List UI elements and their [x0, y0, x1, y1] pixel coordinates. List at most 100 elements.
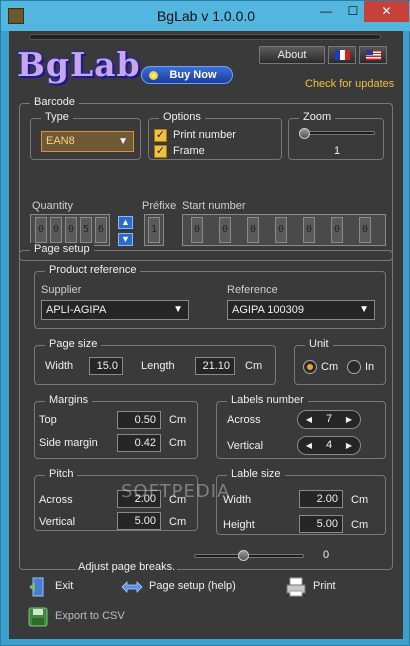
- main-panel: BgLab About Buy Now Check for updates Ba…: [9, 31, 403, 639]
- start-digit: 0: [219, 217, 231, 243]
- lable-width-unit: Cm: [351, 494, 369, 506]
- start-digit: 0: [331, 217, 343, 243]
- frame-label: Frame: [173, 145, 205, 157]
- quantity-counter[interactable]: 0 0 0 5 6: [30, 214, 110, 246]
- page-length-input[interactable]: 21.10: [195, 357, 235, 375]
- side-margin-unit: Cm: [169, 437, 187, 449]
- prefix-label: Préfixe: [142, 200, 177, 212]
- close-button[interactable]: ✕: [364, 1, 409, 22]
- buy-now-button[interactable]: Buy Now: [141, 66, 233, 84]
- adjust-page-breaks-slider-track[interactable]: [194, 554, 304, 558]
- about-button[interactable]: About: [259, 46, 325, 64]
- vertical-value: 4: [325, 439, 333, 451]
- prefix-digit: 1: [148, 217, 160, 243]
- export-csv-button[interactable]: Export to CSV: [27, 606, 137, 628]
- side-margin-label: Side margin: [39, 437, 98, 449]
- lable-size-group: Lable size Width 2.00 Cm Height 5.00 Cm: [216, 468, 386, 535]
- top-strip: [29, 34, 381, 40]
- increment-arrow-icon[interactable]: ▶: [342, 411, 356, 428]
- page-setup-group: Page setup Product reference Supplier AP…: [19, 243, 393, 573]
- zoom-group: Zoom 1: [288, 111, 384, 160]
- prefix-counter[interactable]: 1: [144, 214, 164, 246]
- frame-checkbox[interactable]: ✓: [154, 145, 167, 158]
- adjust-page-breaks-slider-thumb[interactable]: [238, 550, 249, 561]
- barcode-legend: Barcode: [30, 96, 79, 108]
- chevron-down-icon: ▼: [173, 304, 183, 315]
- type-group: Type EAN8 ▼: [30, 111, 141, 160]
- start-digit: 0: [275, 217, 287, 243]
- adjust-page-breaks-value: 0: [323, 549, 330, 561]
- page-width-input[interactable]: 15.0: [89, 357, 123, 375]
- french-flag-icon: [335, 50, 350, 60]
- export-csv-label: Export to CSV: [55, 610, 125, 622]
- start-number-label: Start number: [182, 200, 246, 212]
- minimize-button[interactable]: —: [313, 1, 339, 22]
- reference-select-value: AGIPA 100309: [232, 304, 304, 316]
- exit-door-icon: [29, 577, 44, 597]
- floppy-disk-icon: [28, 607, 48, 627]
- zoom-slider-track[interactable]: [301, 131, 375, 135]
- reference-select[interactable]: AGIPA 100309 ▼: [227, 300, 375, 320]
- margins-group: Margins Top 0.50 Cm Side margin 0.42 Cm: [34, 394, 198, 459]
- reference-label: Reference: [227, 284, 278, 296]
- zoom-slider-thumb[interactable]: [299, 128, 310, 139]
- unit-in-label: In: [365, 361, 375, 373]
- vertical-stepper[interactable]: ◀ 4 ▶: [297, 436, 361, 455]
- french-flag-button[interactable]: [328, 46, 356, 64]
- margins-legend: Margins: [45, 394, 93, 406]
- barcode-group: Barcode Type EAN8 ▼ Options ✓ Print numb…: [19, 96, 393, 261]
- unit-in-radio[interactable]: [347, 360, 361, 374]
- adjust-page-breaks-label: Adjust page breaks.: [76, 561, 178, 573]
- across-stepper[interactable]: ◀ 7 ▶: [297, 410, 361, 429]
- length-label: Length: [141, 360, 175, 372]
- supplier-select[interactable]: APLI-AGIPA ▼: [41, 300, 189, 320]
- start-digit: 0: [247, 217, 259, 243]
- unit-cm-radio[interactable]: [303, 360, 317, 374]
- exit-label: Exit: [55, 580, 74, 592]
- width-label: Width: [45, 360, 74, 372]
- pitch-vertical-label: Vertical: [39, 516, 76, 528]
- top-margin-unit: Cm: [169, 414, 187, 426]
- title-bar[interactable]: BgLab v 1.0.0.0 — ☐ ✕: [1, 1, 410, 31]
- app-logo: BgLab: [17, 45, 141, 84]
- softpedia-watermark: SOFTPEDIA: [121, 481, 231, 502]
- page-setup-legend: Page setup: [30, 243, 94, 255]
- lable-height-label: Height: [223, 519, 255, 531]
- type-select[interactable]: EAN8 ▼: [41, 131, 134, 152]
- unit-group: Unit Cm In: [294, 338, 386, 385]
- quantity-up-arrow-icon[interactable]: ▲: [118, 216, 133, 229]
- app-window: BgLab v 1.0.0.0 — ☐ ✕ BgLab About Buy No…: [0, 0, 410, 646]
- options-legend: Options: [159, 111, 205, 123]
- quantity-digit: 0: [65, 217, 77, 243]
- quantity-down-arrow-icon[interactable]: ▼: [118, 233, 133, 246]
- supplier-select-value: APLI-AGIPA: [46, 304, 107, 316]
- page-setup-help-button[interactable]: Page setup (help): [121, 576, 251, 598]
- top-margin-input[interactable]: 0.50: [117, 411, 161, 429]
- print-number-checkbox[interactable]: ✓: [154, 129, 167, 142]
- quantity-label: Quantity: [32, 200, 73, 212]
- us-flag-button[interactable]: [359, 46, 387, 64]
- printer-icon: [286, 577, 306, 597]
- quantity-digit: 0: [50, 217, 62, 243]
- page-setup-help-label: Page setup (help): [149, 580, 236, 592]
- decrement-arrow-icon[interactable]: ◀: [302, 437, 316, 454]
- coin-icon: [149, 71, 158, 80]
- pitch-vertical-input[interactable]: 5.00: [117, 512, 161, 530]
- lable-height-input[interactable]: 5.00: [299, 515, 343, 533]
- quantity-digit: 6: [95, 217, 107, 243]
- product-reference-group: Product reference Supplier APLI-AGIPA ▼ …: [34, 264, 386, 329]
- lable-width-input[interactable]: 2.00: [299, 490, 343, 508]
- us-flag-icon: [366, 50, 381, 60]
- check-updates-link[interactable]: Check for updates: [305, 78, 394, 90]
- start-number-counter[interactable]: 0 0 0 0 0 0 0: [182, 214, 386, 246]
- across-label: Across: [227, 414, 261, 426]
- exit-button[interactable]: Exit: [27, 576, 87, 598]
- page-size-group: Page size Width 15.0 Length 21.10 Cm: [34, 338, 276, 385]
- start-digit: 0: [191, 217, 203, 243]
- maximize-button[interactable]: ☐: [340, 1, 366, 22]
- print-button[interactable]: Print: [285, 576, 355, 598]
- decrement-arrow-icon[interactable]: ◀: [302, 411, 316, 428]
- side-margin-input[interactable]: 0.42: [117, 434, 161, 452]
- across-value: 7: [325, 413, 333, 425]
- increment-arrow-icon[interactable]: ▶: [342, 437, 356, 454]
